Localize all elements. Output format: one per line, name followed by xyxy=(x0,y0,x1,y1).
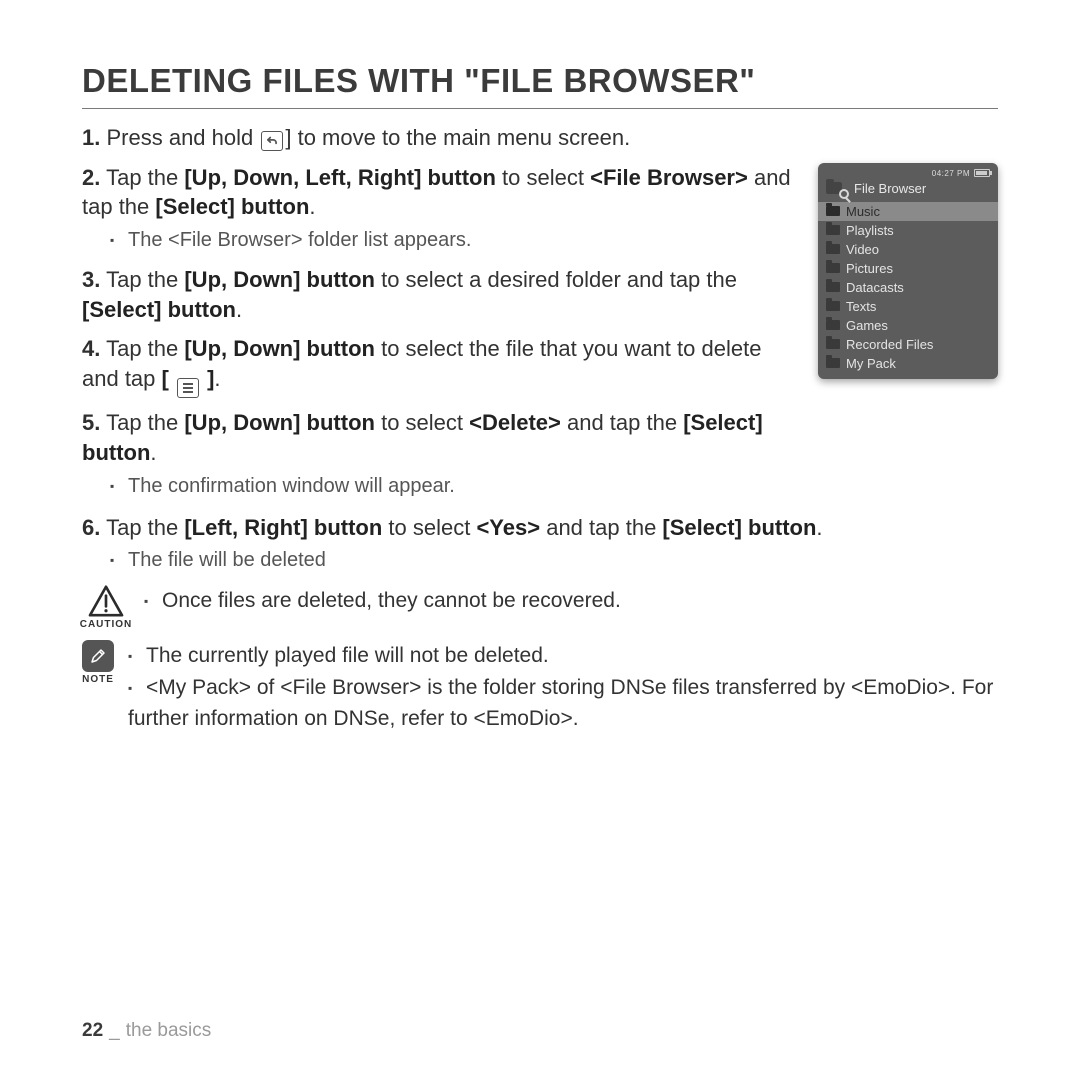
section-name: the basics xyxy=(126,1020,212,1041)
steps-list-end: 6. Tap the [Left, Right] button to selec… xyxy=(82,513,998,576)
caution-text: Once files are deleted, they cannot be r… xyxy=(144,585,621,617)
device-folder-item: Pictures xyxy=(818,259,998,278)
back-key-icon xyxy=(261,131,283,151)
folder-icon xyxy=(826,206,840,216)
device-folder-item: My Pack xyxy=(818,354,998,373)
device-folder-list: Music Playlists Video Pictures Datacasts Text… xyxy=(818,202,998,373)
step-6-sub: The file will be deleted xyxy=(110,546,998,575)
device-folder-label: Music xyxy=(846,204,880,219)
file-browser-icon xyxy=(826,180,848,198)
device-folder-item: Texts xyxy=(818,297,998,316)
step-2-sub: The <File Browser> folder list appears. xyxy=(110,226,798,255)
device-folder-item: Music xyxy=(818,202,998,221)
page-title: DELETING FILES WITH "FILE BROWSER" xyxy=(82,62,998,109)
note-icon xyxy=(82,640,114,672)
device-folder-label: Playlists xyxy=(846,223,894,238)
caution-label: CAUTION xyxy=(80,619,133,630)
folder-icon xyxy=(826,244,840,254)
device-folder-item: Games xyxy=(818,316,998,335)
page-footer: 22_the basics xyxy=(82,1020,211,1042)
steps-list: 1. Press and hold ] to move to the main … xyxy=(82,123,998,153)
device-folder-label: Datacasts xyxy=(846,280,904,295)
menu-key-icon xyxy=(177,378,199,398)
folder-icon xyxy=(826,358,840,368)
folder-icon xyxy=(826,225,840,235)
device-folder-item: Datacasts xyxy=(818,278,998,297)
device-folder-item: Playlists xyxy=(818,221,998,240)
step-5: 5. Tap the [Up, Down] button to select <… xyxy=(82,408,798,467)
caution-icon xyxy=(88,585,124,617)
step-6: 6. Tap the [Left, Right] button to selec… xyxy=(82,513,998,543)
note-text-1: The currently played file will not be de… xyxy=(128,640,998,672)
note-label: NOTE xyxy=(82,674,114,685)
step-3: 3. Tap the [Up, Down] button to select a… xyxy=(82,265,798,324)
page-number: 22 xyxy=(82,1020,103,1041)
step-2: 2. Tap the [Up, Down, Left, Right] butto… xyxy=(82,163,798,222)
folder-icon xyxy=(826,339,840,349)
device-folder-label: Games xyxy=(846,318,888,333)
device-title: File Browser xyxy=(854,181,926,196)
note-block: NOTE The currently played file will not … xyxy=(82,640,998,735)
device-folder-item: Recorded Files xyxy=(818,335,998,354)
device-folder-label: My Pack xyxy=(846,356,896,371)
step-1: 1. Press and hold ] to move to the main … xyxy=(82,123,998,153)
caution-block: CAUTION Once files are deleted, they can… xyxy=(82,585,998,630)
note-text-2: <My Pack> of <File Browser> is the folde… xyxy=(128,672,998,735)
folder-icon xyxy=(826,301,840,311)
folder-icon xyxy=(826,320,840,330)
step-4: 4. Tap the [Up, Down] button to select t… xyxy=(82,334,798,398)
folder-icon xyxy=(826,263,840,273)
battery-icon xyxy=(974,169,990,177)
device-folder-label: Texts xyxy=(846,299,876,314)
folder-icon xyxy=(826,282,840,292)
device-time: 04:27 PM xyxy=(932,169,970,178)
device-folder-item: Video xyxy=(818,240,998,259)
device-folder-label: Pictures xyxy=(846,261,893,276)
device-folder-label: Recorded Files xyxy=(846,337,933,352)
steps-list-cont: 2. Tap the [Up, Down, Left, Right] butto… xyxy=(82,163,798,501)
device-mock: 04:27 PM File Browser Music Playlists Vide… xyxy=(818,163,998,379)
device-folder-label: Video xyxy=(846,242,879,257)
step-5-sub: The confirmation window will appear. xyxy=(110,472,798,501)
